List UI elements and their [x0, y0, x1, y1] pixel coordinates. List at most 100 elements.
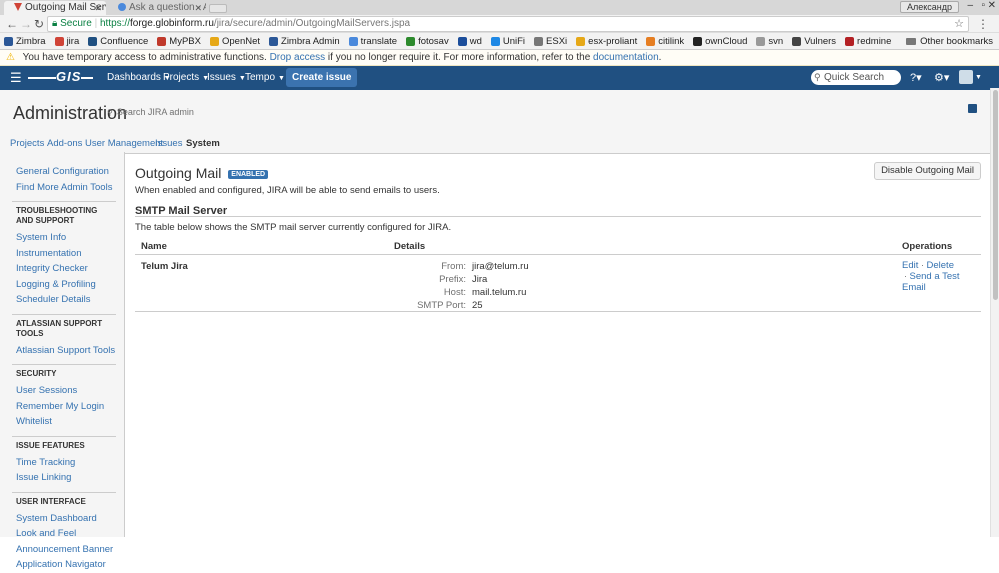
bookmark-label: Zimbra Admin — [281, 35, 340, 47]
sidebar-link[interactable]: Whitelist — [16, 414, 124, 430]
bookmark-item[interactable]: OpenNet — [209, 36, 260, 47]
sidebar-link[interactable]: Instrumentation — [16, 246, 124, 262]
bookmark-item[interactable]: Zimbra — [4, 36, 46, 47]
divider — [12, 201, 116, 202]
reload-icon[interactable]: ↻ — [34, 17, 44, 31]
scrollbar-thumb[interactable] — [993, 90, 998, 300]
bookmark-item[interactable]: UniFi — [490, 36, 525, 47]
bookmark-item[interactable]: redmine — [845, 36, 891, 47]
sidebar-link[interactable]: System Info — [16, 230, 124, 246]
disable-outgoing-mail-button[interactable]: Disable Outgoing Mail — [874, 162, 981, 180]
gear-icon[interactable]: ⚙▾ — [934, 70, 949, 86]
tab-issues[interactable]: Issues — [155, 138, 182, 149]
profile-button[interactable]: Александр — [899, 1, 959, 13]
bookmark-item[interactable]: citilink — [646, 36, 684, 47]
bookmark-favicon-icon — [845, 36, 855, 46]
sidebar-link[interactable]: User Sessions — [16, 383, 124, 399]
browser-tab-outgoing-mail[interactable]: Outgoing Mail Serv ✕ — [4, 1, 106, 15]
warning-text-end: . — [658, 52, 662, 63]
menu-label: Dashboards — [107, 72, 161, 83]
browser-tab-ask-question[interactable]: Ask a question - At ✕ — [108, 1, 206, 15]
tab-projects[interactable]: Projects — [10, 138, 44, 149]
documentation-link[interactable]: documentation — [593, 52, 659, 63]
other-bookmarks[interactable]: Other bookmarks — [906, 36, 993, 47]
main-area: General Configuration Find More Admin Too… — [0, 152, 999, 570]
sidebar-heading: SECURITY — [16, 369, 57, 378]
minimize-icon[interactable]: – — [967, 0, 973, 11]
avatar-chevron-icon[interactable]: ▼ — [975, 70, 982, 86]
bookmark-item[interactable]: ownCloud — [693, 36, 747, 47]
bookmark-item[interactable]: Vulners — [792, 36, 836, 47]
sidebar-link[interactable]: Announcement Banner — [16, 542, 124, 558]
bookmark-item[interactable]: wd — [457, 36, 482, 47]
sidebar-link[interactable]: Find More Admin Tools — [16, 180, 124, 196]
bookmark-item[interactable]: svn — [756, 36, 783, 47]
sidebar-link[interactable]: Scheduler Details — [16, 292, 124, 308]
avatar[interactable] — [959, 70, 973, 84]
admin-search-input[interactable]: ⚲ Search JIRA admin — [107, 107, 194, 117]
create-issue-button[interactable]: Create issue — [286, 68, 358, 87]
bookmark-label: esx-proliant — [588, 35, 638, 47]
close-tab-icon[interactable]: ✕ — [94, 1, 102, 15]
menu-dashboards[interactable]: Dashboards ▼ — [107, 66, 171, 90]
window-close-icon[interactable]: ✕ — [988, 0, 996, 11]
menu-projects[interactable]: Projects ▼ — [163, 66, 209, 90]
bookmark-label: fotosav — [418, 35, 449, 47]
quick-search-input[interactable]: ⚲ Quick Search — [811, 70, 901, 85]
menu-label: Projects — [163, 72, 200, 83]
bookmark-item[interactable]: jira — [54, 35, 80, 47]
bookmark-item[interactable]: ESXi — [534, 36, 567, 47]
new-tab-button[interactable] — [209, 4, 227, 13]
sidebar-link[interactable]: Time Tracking — [16, 455, 124, 471]
search-icon: ⚲ — [814, 72, 821, 82]
admin-header: Administration ⚲ Search JIRA admin — [0, 90, 999, 134]
bookmark-label: Vulners — [804, 35, 837, 47]
bookmark-star-icon[interactable]: ☆ — [954, 17, 964, 31]
drop-access-link[interactable]: Drop access — [270, 52, 326, 63]
send-test-email-link[interactable]: Send a Test Email — [902, 271, 960, 293]
bookmark-label: redmine — [857, 35, 892, 47]
app-switcher-icon[interactable]: ☰ — [10, 71, 22, 85]
tab-system[interactable]: System — [186, 138, 220, 149]
bookmark-label: jira — [66, 35, 80, 47]
browser-menu-icon[interactable]: ⋮ — [977, 17, 989, 31]
help-icon[interactable]: ?▾ — [910, 70, 922, 86]
feedback-icon[interactable] — [968, 104, 977, 113]
bookmark-item[interactable]: MyPBX — [157, 36, 201, 47]
bookmark-label: ownCloud — [705, 35, 748, 47]
bookmark-item[interactable]: esx-proliant — [576, 36, 637, 47]
sidebar-heading: USER INTERFACE — [16, 496, 86, 506]
sidebar-link[interactable]: Logging & Profiling — [16, 277, 124, 293]
sidebar-link[interactable]: System Dashboard — [16, 511, 124, 527]
maximize-icon[interactable]: ▫ — [981, 0, 985, 11]
tab-add-ons[interactable]: Add-ons — [47, 138, 82, 149]
sidebar-link[interactable]: Remember My Login — [16, 399, 124, 415]
delete-link[interactable]: Delete — [927, 260, 954, 271]
back-icon[interactable]: ← — [6, 17, 18, 31]
menu-issues[interactable]: Issues ▼ — [207, 66, 246, 90]
quick-search-placeholder: Quick Search — [824, 72, 885, 83]
menu-tempo[interactable]: Tempo ▼ — [245, 66, 285, 90]
close-tab-icon[interactable]: ✕ — [194, 1, 202, 15]
url-bar[interactable]: 🔒︎ Secure | https://forge.globinform.ru/… — [47, 16, 969, 32]
forward-icon[interactable]: → — [20, 17, 32, 31]
tab-user-management[interactable]: User Management — [85, 138, 163, 149]
bookmark-item[interactable]: fotosav — [406, 36, 449, 47]
sidebar-link[interactable]: Look and Feel — [16, 526, 124, 542]
sidebar-link[interactable]: Application Navigator — [16, 557, 124, 573]
logo-text: GIS — [56, 69, 82, 84]
bookmark-item[interactable]: Zimbra Admin — [269, 36, 340, 47]
sidebar-link[interactable]: Issue Linking — [16, 470, 124, 486]
bookmark-favicon-icon — [406, 36, 416, 46]
logo[interactable]: GIS — [28, 69, 94, 84]
sidebar-link[interactable]: Atlassian Support Tools — [16, 343, 124, 359]
edit-link[interactable]: Edit — [902, 260, 918, 271]
bookmark-favicon-icon — [157, 36, 167, 46]
sidebar-link[interactable]: Integrity Checker — [16, 261, 124, 277]
bookmark-item[interactable]: Confluence — [88, 36, 148, 47]
warning-icon: ⚠ — [6, 52, 15, 63]
bookmark-item[interactable]: translate — [348, 36, 397, 47]
page-scrollbar[interactable] — [990, 88, 999, 537]
other-bookmarks-label: Other bookmarks — [920, 36, 993, 47]
sidebar-link[interactable]: General Configuration — [16, 164, 124, 180]
